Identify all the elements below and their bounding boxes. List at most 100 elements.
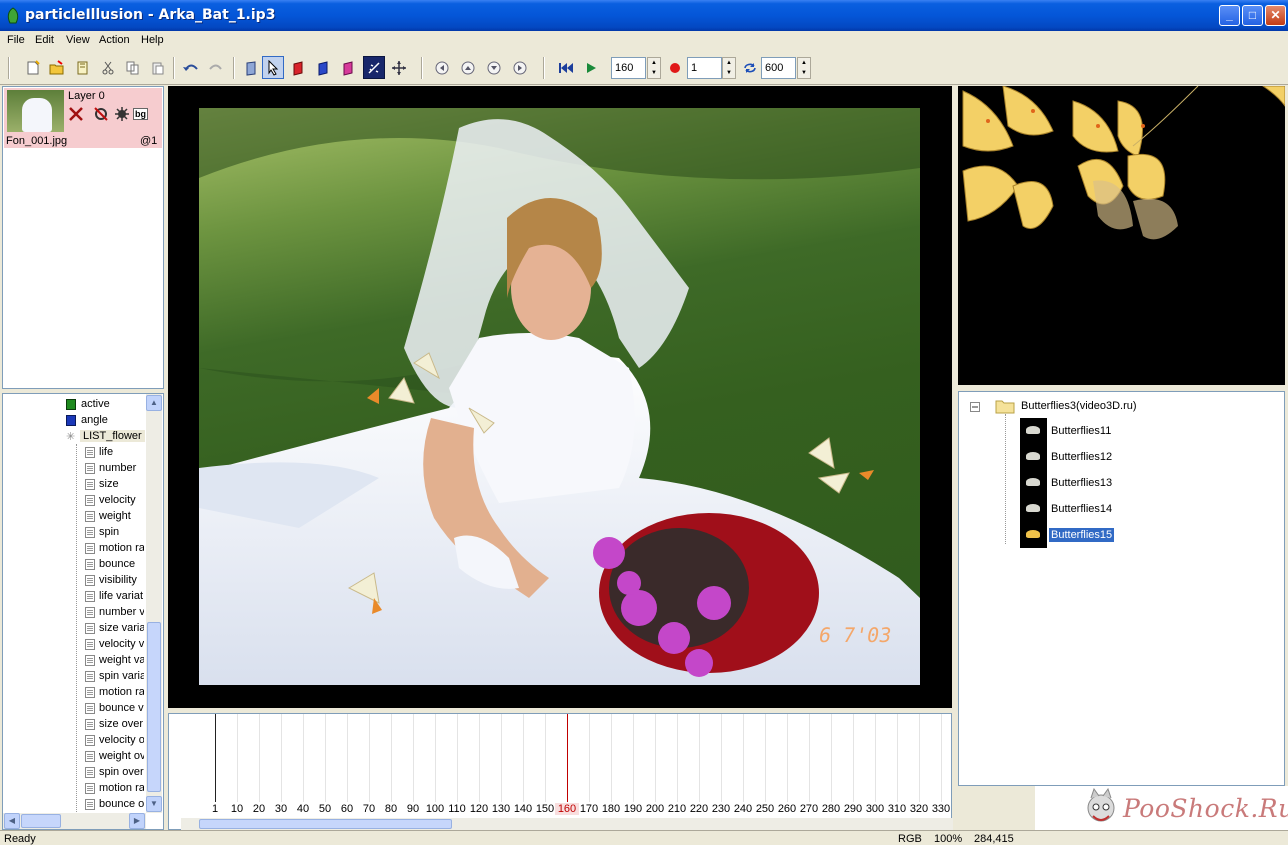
record-icon[interactable] xyxy=(664,56,686,79)
end-frame-input[interactable]: 600 xyxy=(761,57,796,79)
tree-item[interactable]: velocity o xyxy=(0,733,144,749)
layer-bg-badge[interactable]: bg xyxy=(133,108,148,120)
timeline-panel[interactable]: 1 10 20 30 40 50 60 70 80 90 100 110 120 130 140 150 160… xyxy=(168,713,953,830)
tree-item[interactable]: life xyxy=(0,445,144,461)
library-item[interactable]: Butterflies15 xyxy=(1005,522,1165,548)
tree-item[interactable]: size varia xyxy=(0,621,144,637)
background-photo[interactable]: 6 7'03 xyxy=(199,108,920,685)
tree-item[interactable]: spin varia xyxy=(0,669,144,685)
paste-icon[interactable] xyxy=(147,56,169,79)
tree-item[interactable]: motion ra xyxy=(0,781,144,797)
timeline-gridline xyxy=(831,714,832,802)
key-add-icon[interactable] xyxy=(457,56,479,79)
tree-item[interactable]: angle xyxy=(0,413,144,429)
tree-item[interactable]: visibility xyxy=(0,573,144,589)
tree-item[interactable]: motion ra xyxy=(0,685,144,701)
library-item[interactable]: Butterflies14 xyxy=(1005,496,1165,522)
tree-item[interactable]: velocity xyxy=(0,493,144,509)
loop-icon[interactable] xyxy=(739,56,761,79)
timeline-playhead[interactable] xyxy=(567,714,568,802)
tree-item[interactable]: ✳ LIST_flower xyxy=(0,429,145,445)
save-icon[interactable] xyxy=(72,56,94,79)
tree-item[interactable]: size over xyxy=(0,717,144,733)
timeline-scroll-thumb[interactable] xyxy=(199,819,452,829)
timeline-tick-label: 90 xyxy=(406,803,420,815)
tree-item[interactable]: weight va xyxy=(0,653,144,669)
tree-scroll-thumb[interactable] xyxy=(147,622,161,792)
graph-property-icon xyxy=(85,623,95,634)
new-file-icon[interactable] xyxy=(22,56,44,79)
key-prev-icon[interactable] xyxy=(431,56,453,79)
tree-item[interactable]: size xyxy=(0,477,144,493)
library-item[interactable]: Butterflies13 xyxy=(1005,470,1165,496)
tree-item[interactable]: spin over xyxy=(0,765,144,781)
pink-layer-icon[interactable] xyxy=(337,56,359,79)
tree-item[interactable]: bounce o xyxy=(0,797,144,813)
undo-icon[interactable] xyxy=(180,56,202,79)
play-icon[interactable] xyxy=(580,56,602,79)
key-delete-icon[interactable] xyxy=(483,56,505,79)
collapse-icon[interactable] xyxy=(970,402,981,413)
tree-item-label: size over xyxy=(99,718,144,730)
tree-item[interactable]: bounce xyxy=(0,557,144,573)
copy-icon[interactable] xyxy=(122,56,144,79)
graph-property-icon xyxy=(85,703,95,714)
tree-item[interactable]: active xyxy=(0,397,144,413)
open-file-icon[interactable] xyxy=(46,56,68,79)
cut-icon[interactable] xyxy=(97,56,119,79)
layer-visibility-icon[interactable] xyxy=(68,106,84,122)
tree-item[interactable]: velocity v xyxy=(0,637,144,653)
timeline-scrollbar[interactable] xyxy=(181,818,953,830)
timeline-tick-label: 100 xyxy=(425,803,445,815)
current-frame-input[interactable]: 160 xyxy=(611,57,646,79)
timeline-tick-label: 40 xyxy=(296,803,310,815)
tree-item[interactable]: weight ov xyxy=(0,749,144,765)
menu-action[interactable]: Action xyxy=(99,34,130,46)
layer-settings-icon[interactable] xyxy=(114,106,130,122)
particle-view-icon[interactable] xyxy=(363,56,385,79)
tree-item[interactable]: number xyxy=(0,461,144,477)
emitter-icon[interactable] xyxy=(240,56,262,79)
tree-item[interactable]: weight xyxy=(0,509,144,525)
scroll-left-button[interactable]: ◀ xyxy=(4,813,20,829)
timeline-tick-label: 60 xyxy=(340,803,354,815)
tree-item[interactable]: bounce v xyxy=(0,701,144,717)
tree-horizontal-scrollbar[interactable]: ◀ ▶ xyxy=(3,813,146,829)
menu-file[interactable]: File xyxy=(7,34,25,46)
menu-view[interactable]: View xyxy=(66,34,90,46)
maximize-button[interactable]: □ xyxy=(1242,5,1263,26)
minimize-button[interactable]: _ xyxy=(1219,5,1240,26)
library-folder-label[interactable]: Butterflies3(video3D.ru) xyxy=(1021,400,1137,412)
scroll-up-button[interactable]: ▲ xyxy=(146,395,162,411)
library-item[interactable]: Butterflies12 xyxy=(1005,444,1165,470)
frame-spinner[interactable]: ▲ ▼ xyxy=(647,57,661,79)
end-frame-spinner[interactable]: ▲ ▼ xyxy=(797,57,811,79)
scroll-right-button[interactable]: ▶ xyxy=(129,813,145,829)
redo-icon[interactable] xyxy=(205,56,227,79)
step-spinner[interactable]: ▲ ▼ xyxy=(722,57,736,79)
menu-edit[interactable]: Edit xyxy=(35,34,54,46)
rewind-icon[interactable] xyxy=(555,56,577,79)
close-button[interactable]: ✕ xyxy=(1265,5,1286,26)
timeline-tick-label: 210 xyxy=(667,803,687,815)
tree-item[interactable]: motion ra xyxy=(0,541,144,557)
tree-item[interactable]: spin xyxy=(0,525,144,541)
tree-item[interactable]: life variat xyxy=(0,589,144,605)
move-icon[interactable] xyxy=(388,56,410,79)
tree-vertical-scrollbar[interactable]: ▲ ▼ xyxy=(146,394,162,813)
scroll-down-button[interactable]: ▼ xyxy=(146,796,162,812)
step-input[interactable]: 1 xyxy=(687,57,722,79)
library-item[interactable]: Butterflies11 xyxy=(1005,418,1165,444)
library-item-label: Butterflies13 xyxy=(1051,477,1113,489)
layer-name: Layer 0 xyxy=(68,90,105,102)
timeline-tick-label: 310 xyxy=(887,803,907,815)
red-layer-icon[interactable] xyxy=(287,56,309,79)
blue-layer-icon[interactable] xyxy=(312,56,334,79)
layer-row[interactable]: Layer 0 bg Fon_001.jpg @1 xyxy=(4,88,162,148)
key-next-icon[interactable] xyxy=(509,56,531,79)
tree-item[interactable]: number v xyxy=(0,605,144,621)
select-arrow-icon[interactable] xyxy=(262,56,284,79)
tree-hscroll-thumb[interactable] xyxy=(21,814,61,828)
menu-help[interactable]: Help xyxy=(141,34,164,46)
layer-lock-icon[interactable] xyxy=(93,106,109,122)
